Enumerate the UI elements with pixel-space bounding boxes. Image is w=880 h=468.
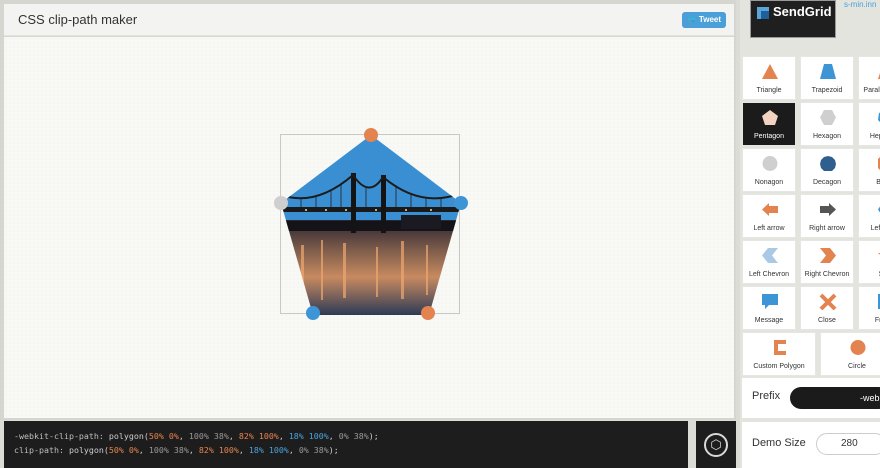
shape-label: Frame bbox=[874, 317, 880, 324]
shape-label: Star bbox=[859, 271, 880, 278]
code-line-webkit: -webkit-clip-path: polygon(50% 0%, 100% … bbox=[14, 431, 379, 441]
shape-label: Circle bbox=[848, 363, 866, 370]
shape-hexagon[interactable]: Hexagon bbox=[800, 102, 854, 146]
shape-star[interactable]: Star bbox=[858, 240, 880, 284]
ad-link[interactable]: s-min.inn bbox=[844, 0, 876, 9]
shape-bevel[interactable]: Bevel bbox=[858, 148, 880, 192]
shape-close[interactable]: Close bbox=[800, 286, 854, 330]
prefix-label: Prefix bbox=[752, 390, 781, 402]
shape-nonagon[interactable]: Nonagon bbox=[742, 148, 796, 192]
ad-brand: SendGrid bbox=[773, 4, 832, 19]
codepen-button[interactable]: ⬡ bbox=[696, 421, 736, 468]
custom-polygon-icon bbox=[774, 340, 786, 355]
decagon-icon bbox=[820, 156, 836, 171]
code-line-standard: clip-path: polygon(50% 0%, 100% 38%, 82%… bbox=[14, 445, 339, 455]
shape-label: Message bbox=[754, 317, 784, 324]
vertex-handle-top[interactable] bbox=[364, 128, 378, 142]
shape-parallelogram[interactable]: Parallelogram bbox=[858, 56, 880, 100]
sponsor-ad[interactable]: SendGrid bbox=[750, 0, 836, 38]
shape-label: Nonagon bbox=[754, 179, 784, 186]
right-chevron-icon bbox=[820, 248, 836, 263]
shape-pentagon[interactable]: Pentagon bbox=[742, 102, 796, 146]
shape-label: Pentagon bbox=[754, 133, 784, 140]
shape-left-arrow[interactable]: Left arrow bbox=[742, 194, 796, 238]
clip-stage bbox=[274, 128, 468, 320]
shape-left-point[interactable]: Left point bbox=[858, 194, 880, 238]
shape-label: Right Chevron bbox=[804, 271, 850, 278]
prefix-setting: Prefix -webkit- bbox=[742, 378, 880, 418]
trapezoid-icon bbox=[820, 64, 836, 79]
shape-label: Left arrow bbox=[753, 225, 785, 232]
shape-label: Heptagon bbox=[869, 133, 880, 140]
shape-left-chevron[interactable]: Left Chevron bbox=[742, 240, 796, 284]
left-arrow-icon bbox=[762, 203, 778, 216]
sidebar: SendGrid s-min.inn Triangle Trapezoid Para… bbox=[740, 0, 880, 468]
prefix-toggle[interactable]: -webkit- bbox=[790, 387, 880, 409]
message-icon bbox=[762, 294, 778, 309]
shape-label: Trapezoid bbox=[811, 87, 843, 94]
left-chevron-icon bbox=[762, 248, 778, 263]
clipped-bridge-image bbox=[281, 135, 461, 315]
vertex-handle-bottom-left[interactable] bbox=[306, 306, 320, 320]
shape-label: Close bbox=[818, 317, 836, 324]
shape-decagon[interactable]: Decagon bbox=[800, 148, 854, 192]
shape-label: Parallelogram bbox=[863, 87, 880, 94]
css-output[interactable]: -webkit-clip-path: polygon(50% 0%, 100% … bbox=[4, 421, 688, 468]
shape-message[interactable]: Message bbox=[742, 286, 796, 330]
shape-label: Hexagon bbox=[812, 133, 842, 140]
shape-custom-polygon[interactable]: Custom Polygon bbox=[742, 332, 816, 376]
sendgrid-logo-icon bbox=[757, 7, 769, 19]
shape-heptagon[interactable]: Heptagon bbox=[858, 102, 880, 146]
hexagon-icon bbox=[820, 110, 836, 125]
shape-label: Left point bbox=[870, 225, 880, 232]
pentagon-icon bbox=[762, 110, 778, 125]
shape-triangle[interactable]: Triangle bbox=[742, 56, 796, 100]
page-title: CSS clip-path maker bbox=[18, 12, 138, 27]
shape-trapezoid[interactable]: Trapezoid bbox=[800, 56, 854, 100]
shape-label: Right arrow bbox=[809, 225, 845, 232]
shape-label: Decagon bbox=[812, 179, 842, 186]
right-arrow-icon bbox=[820, 203, 836, 216]
vertex-handle-bottom-right[interactable] bbox=[421, 306, 435, 320]
close-icon bbox=[819, 293, 837, 310]
shape-right-chevron[interactable]: Right Chevron bbox=[800, 240, 854, 284]
tweet-button[interactable]: 🐦 Tweet bbox=[681, 12, 726, 28]
shape-label: Left Chevron bbox=[748, 271, 790, 278]
twitter-icon: 🐦 bbox=[686, 15, 697, 24]
nonagon-icon bbox=[762, 156, 778, 171]
demo-size-label: Demo Size bbox=[752, 437, 806, 449]
shape-right-arrow[interactable]: Right arrow bbox=[800, 194, 854, 238]
shape-label: Custom Polygon bbox=[753, 363, 805, 370]
shape-label: Triangle bbox=[756, 87, 782, 94]
shape-label: Bevel bbox=[876, 179, 880, 186]
demo-size-setting: Demo Size 280 bbox=[742, 422, 880, 468]
vertex-handle-right[interactable] bbox=[454, 196, 468, 210]
triangle-icon bbox=[762, 64, 778, 79]
vertex-handle-left[interactable] bbox=[274, 196, 288, 210]
shape-circle[interactable]: Circle bbox=[820, 332, 880, 376]
tweet-label: Tweet bbox=[698, 15, 721, 24]
demo-size-input[interactable]: 280 bbox=[816, 433, 880, 455]
circle-icon bbox=[850, 340, 866, 355]
shape-frame[interactable]: Frame bbox=[858, 286, 880, 330]
codepen-icon: ⬡ bbox=[704, 433, 728, 457]
app-header: CSS clip-path maker 🐦 Tweet bbox=[4, 4, 734, 36]
